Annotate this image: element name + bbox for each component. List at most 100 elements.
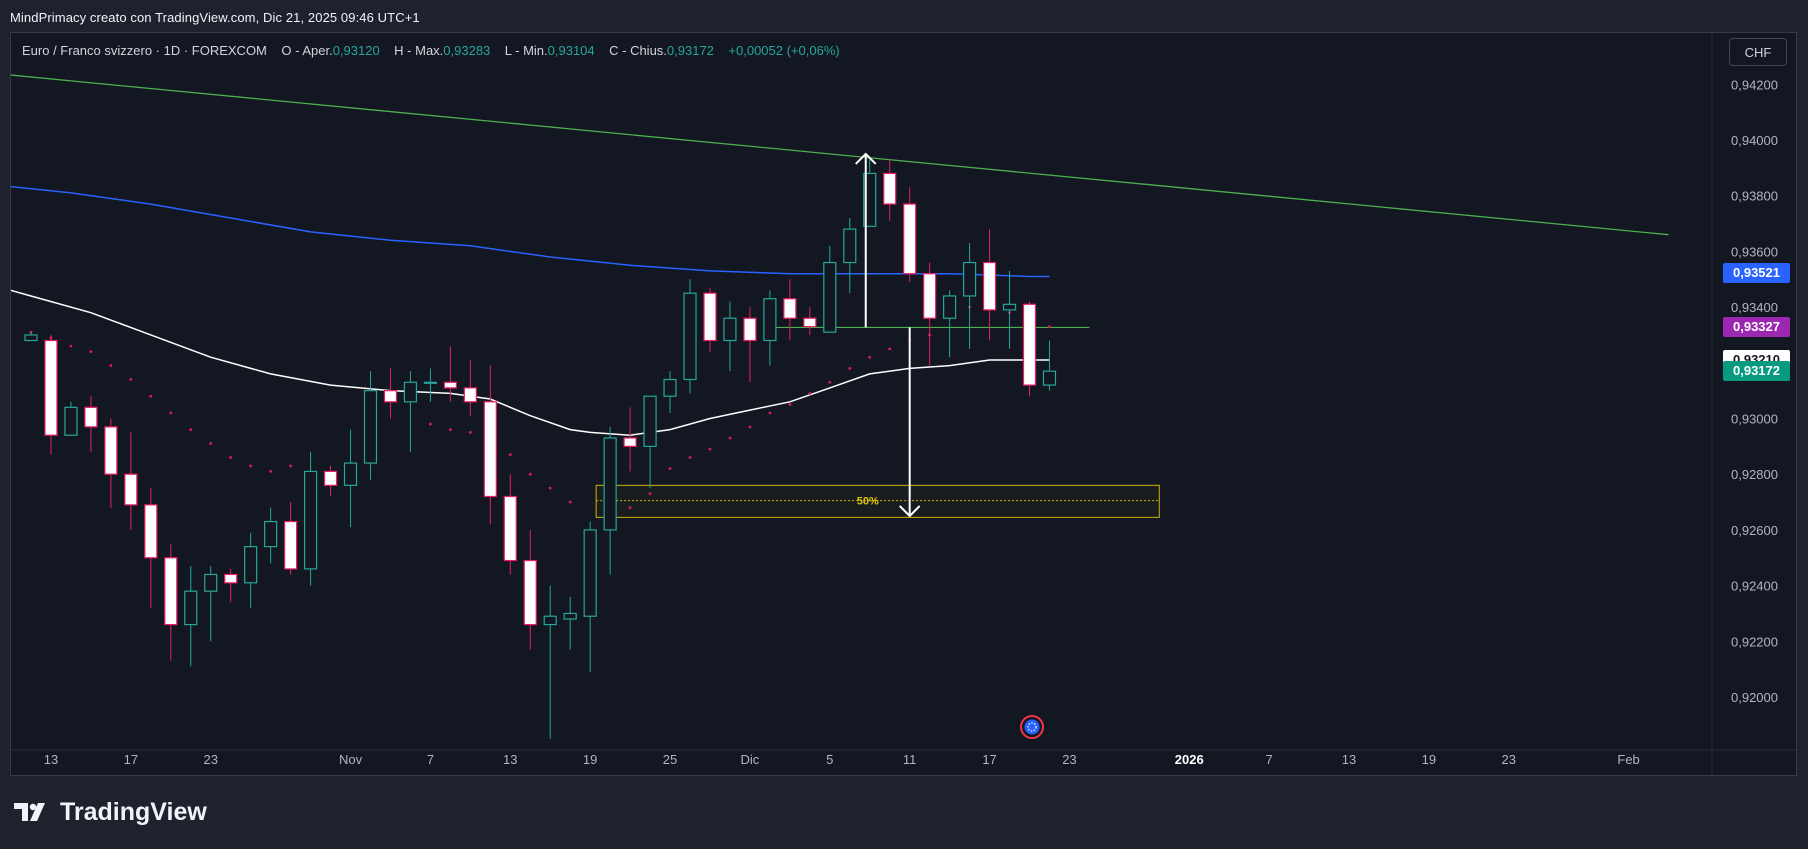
candle-body <box>803 317 817 328</box>
candle-body <box>1022 303 1037 386</box>
x-tick-label: 2026 <box>1175 752 1204 767</box>
candle-body <box>264 520 278 548</box>
tradingview-logo[interactable]: TradingView <box>12 797 207 827</box>
x-tick-label: 23 <box>1062 752 1076 767</box>
y-tick-label: 0,92400 <box>1731 579 1778 594</box>
y-tick-label: 0,93600 <box>1731 244 1778 259</box>
candle-body <box>703 292 717 342</box>
psar-dot <box>429 422 432 426</box>
psar-dot <box>628 506 632 510</box>
x-tick-label: 23 <box>1502 752 1516 767</box>
psar-dot <box>1048 325 1051 328</box>
descending-trendline <box>11 74 1669 236</box>
close-value: 0,93172 <box>666 43 714 58</box>
open-value: 0,93120 <box>332 43 380 58</box>
candle-body <box>204 573 218 592</box>
candle-body <box>1002 303 1017 311</box>
high-label: H - Max. <box>394 43 444 58</box>
candle-body <box>962 261 977 297</box>
currency-button[interactable]: CHF <box>1729 38 1787 66</box>
price-badge: 0,93521 <box>1723 263 1790 284</box>
symbol-label: Euro / Franco svizzero · 1D · FOREXCOM <box>22 43 267 58</box>
candle-body <box>303 470 318 570</box>
psar-dot <box>548 486 552 490</box>
psar-dot <box>768 411 772 415</box>
y-tick-label: 0,93800 <box>1731 189 1778 204</box>
open-label: O - Aper. <box>281 43 333 58</box>
price-badge: 0,93172 <box>1723 360 1790 381</box>
x-tick-label: 13 <box>44 752 58 767</box>
close-label: C - Chius. <box>609 43 667 58</box>
psar-dot <box>69 344 73 348</box>
x-tick-label: 17 <box>982 752 996 767</box>
psar-dot <box>109 364 113 367</box>
psar-dot <box>788 403 792 406</box>
candle-body <box>284 520 298 570</box>
x-tick-label: 19 <box>583 752 597 767</box>
candle-body <box>403 381 418 403</box>
psar-dot <box>229 456 233 459</box>
x-tick-label: 13 <box>503 752 517 767</box>
y-tick-label: 0,93000 <box>1731 412 1778 427</box>
y-tick-label: 0,92200 <box>1731 634 1778 649</box>
x-tick-label: Feb <box>1617 752 1639 767</box>
x-tick-label: 11 <box>903 752 917 767</box>
x-tick-label: 17 <box>124 752 138 767</box>
fib-zone-label: 50% <box>857 496 879 508</box>
candle-body <box>224 573 238 584</box>
x-tick-label: 23 <box>203 752 217 767</box>
psar-dot <box>249 464 253 468</box>
candle-body <box>763 298 777 342</box>
psar-dot <box>688 456 692 459</box>
candle-body <box>144 504 158 559</box>
candle-body <box>84 406 98 428</box>
y-tick-label: 0,92600 <box>1731 523 1778 538</box>
price-chart[interactable]: 50% 0,94200 0,94000 0,93800 0,93600 0,93400 0,… <box>0 0 1808 849</box>
psar-dot <box>448 428 452 432</box>
change-value: +0,00052 (+0,06%) <box>728 43 840 58</box>
psar-dot <box>169 411 173 415</box>
candle-body <box>883 172 897 205</box>
psar-dot <box>89 350 93 354</box>
candle-body <box>1042 370 1057 386</box>
psar-dot <box>848 366 852 370</box>
candle-body <box>443 381 457 389</box>
y-tick-label: 0,92000 <box>1731 690 1778 705</box>
candle-body <box>823 261 837 333</box>
candle-body <box>24 334 38 342</box>
candle-body <box>383 390 398 403</box>
brand-name: TradingView <box>60 797 207 826</box>
psar-dot <box>888 347 892 351</box>
psar-dot <box>648 492 652 496</box>
psar-dot <box>289 464 293 468</box>
candle-body <box>343 462 358 486</box>
y-tick-label: 0,93400 <box>1731 300 1778 315</box>
candle-body <box>523 559 537 626</box>
x-tick-label: 25 <box>663 752 677 767</box>
x-tick-label: Dic <box>741 752 760 767</box>
candle-body <box>843 228 857 264</box>
psar-dot <box>209 442 213 445</box>
psar-dot <box>568 500 572 504</box>
y-tick-label: 0,94200 <box>1731 77 1778 92</box>
candle-body <box>44 339 58 436</box>
candle-body <box>923 273 937 319</box>
candle-body <box>164 557 178 626</box>
tradingview-logo-icon <box>14 803 45 821</box>
psar-dot <box>708 447 712 451</box>
candle-body <box>663 378 677 397</box>
psar-dot <box>269 470 273 473</box>
candle-body <box>683 292 697 381</box>
candle-body <box>563 612 577 620</box>
y-tick-label: 0,94000 <box>1731 133 1778 148</box>
candle-body <box>503 495 517 562</box>
candle-body <box>104 426 118 475</box>
event-marker-icon[interactable] <box>1020 715 1044 739</box>
low-value: 0,93104 <box>547 43 595 58</box>
x-tick-label: Nov <box>339 752 363 767</box>
candle-body <box>543 615 557 626</box>
psar-dot <box>668 467 672 471</box>
candle-body <box>363 390 378 464</box>
x-tick-label: 7 <box>1266 752 1273 767</box>
psar-dot <box>828 380 832 384</box>
